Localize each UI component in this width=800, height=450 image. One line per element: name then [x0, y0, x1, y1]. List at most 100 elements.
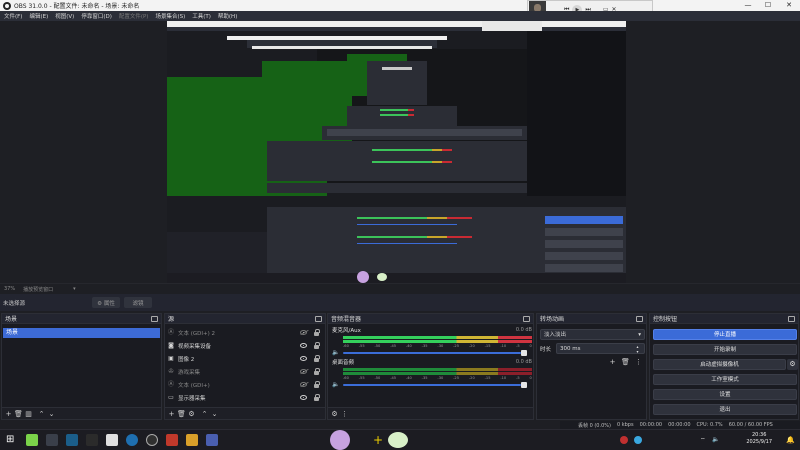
tray-icon[interactable]	[620, 436, 628, 444]
preview-mode-label[interactable]: 播放预览窗口	[23, 286, 53, 293]
more-options-icon[interactable]: ⋮	[634, 357, 643, 366]
menu-tools[interactable]: 工具(T)	[192, 12, 211, 20]
undock-icon[interactable]	[636, 315, 643, 322]
lock-icon[interactable]	[314, 355, 320, 362]
trash-icon[interactable]: 🗑	[621, 357, 630, 366]
app-icon-4[interactable]	[86, 434, 98, 446]
more-options-icon[interactable]: ⋮	[340, 409, 349, 418]
track-name: 麦克风/Aux	[332, 328, 361, 334]
obs-taskbar-icon[interactable]	[146, 434, 158, 446]
lock-icon[interactable]	[314, 381, 320, 388]
properties-button[interactable]: ⚙ 属性	[92, 297, 120, 308]
notification-icon[interactable]: 🔔	[786, 436, 795, 444]
wechat-icon[interactable]	[388, 432, 408, 448]
trash-icon[interactable]: 🗑	[14, 409, 23, 418]
windows-start-icon[interactable]: ⊞	[6, 434, 18, 446]
menu-file[interactable]: 文件(F)	[4, 12, 22, 20]
clock[interactable]: 20:36 2025/9/17	[746, 432, 772, 446]
start-virtual-camera-button[interactable]: 启动虚拟摄像机	[653, 359, 786, 370]
move-down-icon[interactable]: ⌄	[210, 409, 219, 418]
gear-icon[interactable]: ⚙	[787, 359, 798, 370]
undock-icon[interactable]	[523, 315, 530, 322]
menu-profile[interactable]: 配置文件(P)	[119, 12, 149, 20]
transitions-title: 转场动画	[540, 316, 565, 323]
sources-dock-footer: + 🗑 ⚙ ⌃ ⌄	[165, 407, 325, 419]
duration-label: 时长	[540, 347, 552, 353]
undock-icon[interactable]	[788, 315, 795, 322]
speaker-icon[interactable]: 🔈	[332, 381, 339, 388]
transitions-dock: 转场动画 淡入淡出 时长 300 ms + 🗑 ⋮	[536, 313, 647, 420]
preview-area[interactable]	[0, 21, 800, 283]
move-up-icon[interactable]: ⌃	[200, 409, 209, 418]
mixer-footer: ⚙ ⋮	[328, 407, 533, 419]
slider-knob[interactable]	[521, 382, 527, 388]
gamepad-icon: ✇	[168, 368, 174, 375]
add-icon[interactable]: +	[4, 409, 13, 418]
close-icon[interactable]: ✕	[779, 0, 799, 11]
lock-icon[interactable]	[314, 394, 320, 401]
source-item-label: 游戏采集	[178, 370, 201, 376]
volume-slider[interactable]	[343, 350, 527, 356]
settings-button[interactable]: 设置	[653, 389, 797, 400]
menu-view[interactable]: 视图(V)	[55, 12, 74, 20]
volume-slider[interactable]	[343, 382, 527, 388]
app-icon-2[interactable]	[46, 434, 58, 446]
chevron-down-icon[interactable]: ▾	[73, 286, 76, 292]
speaker-icon[interactable]: 🔈	[332, 349, 339, 356]
lock-icon[interactable]	[314, 329, 320, 336]
add-icon[interactable]: +	[167, 409, 176, 418]
source-item-label: 视频采集设备	[178, 344, 212, 350]
trash-icon[interactable]: 🗑	[177, 409, 186, 418]
plus-icon[interactable]: +	[373, 434, 385, 446]
menu-docks[interactable]: 停靠窗口(D)	[81, 12, 112, 20]
advanced-audio-icon[interactable]: ⚙	[330, 409, 339, 418]
scenes-dock-header: 场景	[2, 314, 161, 324]
add-icon[interactable]: +	[608, 357, 617, 366]
scene-list-item[interactable]: 场景	[3, 328, 160, 338]
gear-icon[interactable]: ⚙	[187, 409, 196, 418]
wifi-icon[interactable]: ⌔	[700, 436, 708, 444]
undock-icon[interactable]	[151, 315, 158, 322]
steam-icon[interactable]	[66, 434, 78, 446]
slider-knob[interactable]	[521, 350, 527, 356]
studio-mode-button[interactable]: 工作室模式	[653, 374, 797, 385]
eye-icon[interactable]	[300, 343, 307, 348]
menu-edit[interactable]: 编辑(E)	[29, 12, 48, 20]
app-icon-5[interactable]	[106, 434, 118, 446]
app-icon-9[interactable]	[186, 434, 198, 446]
app-icon-10[interactable]	[206, 434, 218, 446]
eye-icon[interactable]	[300, 356, 307, 361]
volume-icon[interactable]: 🔈	[712, 436, 720, 444]
maximize-icon[interactable]: ☐	[758, 0, 778, 11]
duration-input[interactable]: 300 ms	[556, 343, 645, 354]
scene-filters-icon[interactable]: ▥	[24, 409, 33, 418]
track-name: 桌面音频	[332, 360, 355, 366]
source-item-label: 文本 (GDI+)	[178, 383, 210, 389]
clock-time: 20:36	[751, 432, 767, 438]
meter-scale: -60 -55 -50 -45 -40 -35 -30 -25 -20 -15 -10 -5 0	[343, 344, 532, 348]
avatar[interactable]	[330, 430, 350, 450]
eye-closed-icon[interactable]	[300, 330, 307, 335]
app-icon-6[interactable]	[126, 434, 138, 446]
filters-button[interactable]: 滤镜	[124, 297, 152, 308]
tray-icon[interactable]	[634, 436, 642, 444]
transition-select[interactable]: 淡入淡出	[540, 329, 645, 340]
menu-help[interactable]: 帮助(H)	[218, 12, 237, 20]
start-recording-button[interactable]: 开始录制	[653, 344, 797, 355]
move-down-icon[interactable]: ⌄	[47, 409, 56, 418]
menu-scene-collection[interactable]: 场景集合(S)	[155, 12, 185, 20]
app-icon-8[interactable]	[166, 434, 178, 446]
stop-streaming-button[interactable]: 停止直播	[653, 329, 797, 340]
exit-button[interactable]: 退出	[653, 404, 797, 415]
menu-bar: 文件(F) 编辑(E) 视图(V) 停靠窗口(D) 配置文件(P) 场景集合(S…	[0, 11, 800, 21]
lock-icon[interactable]	[314, 368, 320, 375]
lock-icon[interactable]	[314, 342, 320, 349]
move-up-icon[interactable]: ⌃	[37, 409, 46, 418]
captured-display	[167, 21, 626, 283]
eye-icon[interactable]	[300, 395, 307, 400]
app-icon-1[interactable]	[26, 434, 38, 446]
eye-closed-icon[interactable]	[300, 369, 307, 374]
undock-icon[interactable]	[315, 315, 322, 322]
minimize-icon[interactable]: —	[738, 0, 758, 11]
eye-closed-icon[interactable]	[300, 382, 307, 387]
